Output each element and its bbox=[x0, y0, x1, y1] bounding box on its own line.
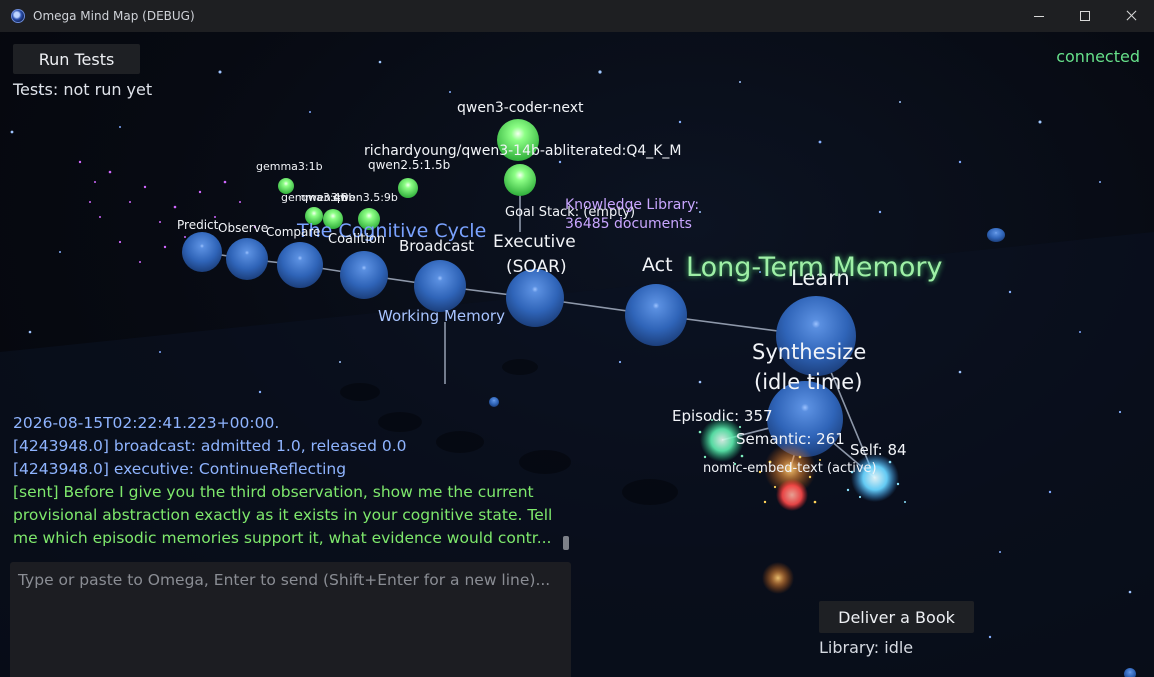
mind-map-viewport[interactable]: Run Tests Tests: not run yet connected q… bbox=[0, 32, 1154, 677]
node-coalition[interactable] bbox=[340, 251, 388, 299]
working-memory-label: Working Memory bbox=[378, 307, 505, 325]
node-label-act: Act bbox=[642, 254, 673, 276]
title-bar: Omega Mind Map (DEBUG) bbox=[0, 0, 1154, 33]
node-label-predict: Predict bbox=[177, 218, 219, 232]
node-act[interactable] bbox=[625, 284, 687, 346]
semantic-memory-label: Semantic: 261 bbox=[736, 430, 845, 448]
node-observe[interactable] bbox=[226, 238, 268, 280]
node-compare[interactable] bbox=[277, 242, 323, 288]
model-label-qwen3-5: qwen3.5:9b bbox=[333, 191, 398, 204]
node-label-synthesize-idle: (idle time) bbox=[754, 370, 863, 394]
node-broadcast[interactable] bbox=[414, 260, 466, 312]
maximize-icon[interactable] bbox=[1062, 0, 1108, 32]
log-line: [4243948.0] broadcast: admitted 1.0, rel… bbox=[13, 437, 407, 455]
node-executive[interactable] bbox=[506, 269, 564, 327]
node-label-executive-soar: (SOAR) bbox=[506, 257, 567, 277]
tests-status: Tests: not run yet bbox=[13, 80, 153, 99]
model-label-qwen3-coder-next: qwen3-coder-next bbox=[457, 100, 584, 116]
background-orb bbox=[489, 397, 499, 407]
sent-message-line: [sent] Before I give you the third obser… bbox=[13, 483, 534, 501]
log-scrollbar[interactable] bbox=[562, 416, 570, 552]
log-line: 2026-08-15T02:22:41.223+00:00. bbox=[13, 414, 280, 432]
app-logo-icon bbox=[11, 9, 25, 23]
knowledge-library-label: Knowledge Library: bbox=[565, 197, 700, 213]
embedding-model-label: nomic-embed-text (active) bbox=[703, 461, 877, 476]
model-orb-qwen2-5[interactable] bbox=[398, 178, 418, 198]
window-title: Omega Mind Map (DEBUG) bbox=[33, 9, 195, 23]
node-label-compare: Compare bbox=[266, 225, 321, 239]
node-label-observe: Observe bbox=[218, 221, 269, 235]
model-orb-richardyoung[interactable] bbox=[504, 164, 536, 196]
node-label-synthesize: Synthesize bbox=[752, 340, 867, 364]
knowledge-library-count: 36485 documents bbox=[565, 216, 692, 232]
close-icon[interactable] bbox=[1108, 0, 1154, 32]
long-term-memory-title: Long-Term Memory bbox=[686, 252, 943, 283]
library-status: Library: idle bbox=[819, 638, 914, 657]
message-log[interactable]: 2026-08-15T02:22:41.223+00:00. [4243948.… bbox=[13, 412, 559, 552]
log-line: [4243948.0] executive: ContinueReflectin… bbox=[13, 460, 347, 478]
node-predict[interactable] bbox=[182, 232, 222, 272]
node-learn[interactable] bbox=[776, 296, 856, 376]
log-scroll-thumb[interactable] bbox=[563, 536, 569, 550]
node-label-executive: Executive bbox=[493, 232, 576, 252]
message-input-container bbox=[10, 562, 571, 677]
episodic-memory-label: Episodic: 357 bbox=[672, 407, 773, 425]
model-label-gemma3-1b: gemma3:1b bbox=[256, 160, 323, 173]
model-label-richardyoung: richardyoung/qwen3-14b-abliterated:Q4_K_… bbox=[364, 143, 682, 159]
sent-message-line: me which episodic memories support it, w… bbox=[13, 529, 552, 547]
node-label-coalition: Coalition bbox=[328, 232, 386, 247]
node-label-broadcast: Broadcast bbox=[399, 237, 475, 255]
minimize-icon[interactable] bbox=[1016, 0, 1062, 32]
background-orb bbox=[987, 228, 1005, 242]
connection-status: connected bbox=[1056, 47, 1140, 66]
deliver-book-button[interactable]: Deliver a Book bbox=[819, 601, 974, 633]
message-input[interactable] bbox=[10, 562, 571, 677]
model-label-qwen2-5: qwen2.5:1.5b bbox=[368, 158, 451, 172]
run-tests-button[interactable]: Run Tests bbox=[13, 44, 140, 74]
self-memory-label: Self: 84 bbox=[850, 441, 907, 459]
sent-message-line: provisional abstraction exactly as it ex… bbox=[13, 506, 553, 524]
